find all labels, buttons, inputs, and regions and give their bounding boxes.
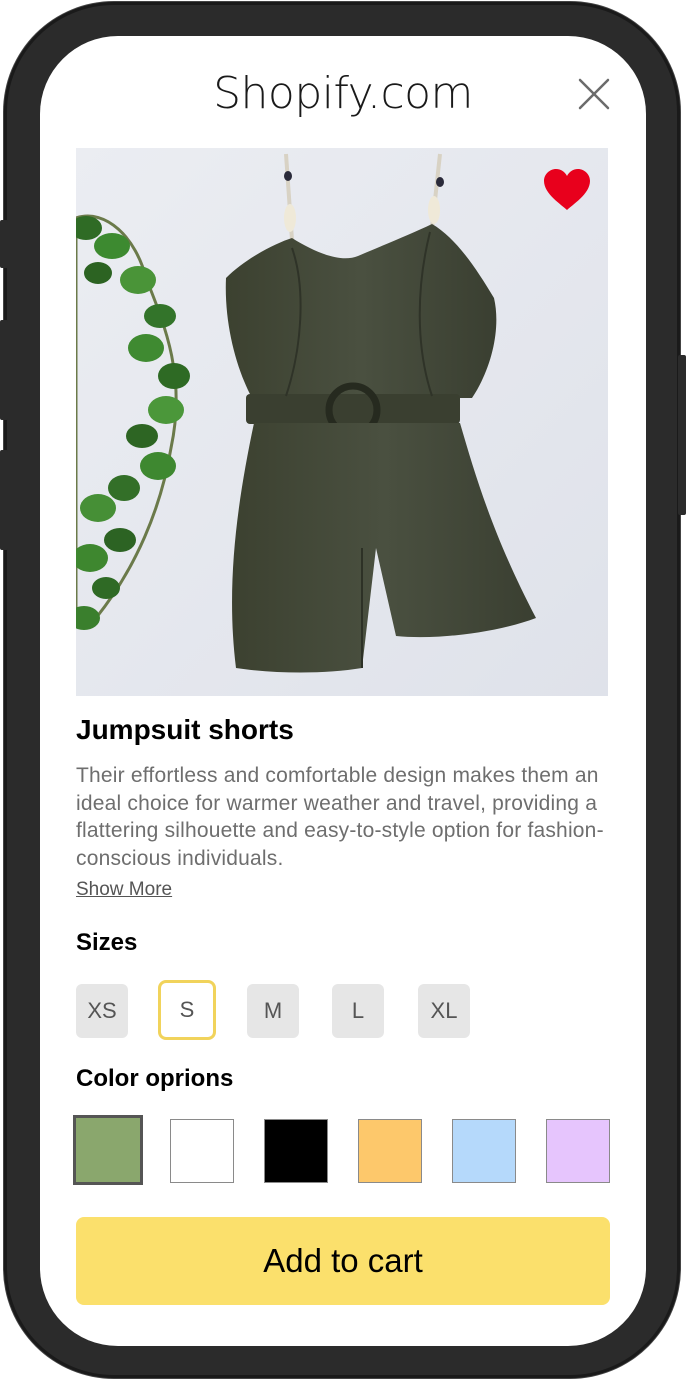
product-description: Their effortless and comfortable design … <box>76 764 604 870</box>
color-swatch-white[interactable] <box>170 1119 234 1183</box>
add-to-cart-button[interactable]: Add to cart <box>76 1217 610 1305</box>
sizes-label: Sizes <box>76 929 138 956</box>
color-swatch-orange[interactable] <box>358 1119 422 1183</box>
site-title: Shopify.com <box>213 68 473 119</box>
size-option-xl[interactable]: XL <box>418 984 470 1038</box>
phone-volume-up-button <box>0 320 8 420</box>
phone-screen: Shopify.com Jumpsuit shorts Their effort… <box>40 36 646 1346</box>
color-options-label: Color oprions <box>76 1065 234 1092</box>
size-option-xs[interactable]: XS <box>76 984 128 1038</box>
close-icon <box>578 78 610 110</box>
show-more-link[interactable]: Show More <box>76 879 172 901</box>
phone-side-button <box>0 220 8 268</box>
size-option-m[interactable]: M <box>247 984 299 1038</box>
color-swatch-lilac[interactable] <box>546 1119 610 1183</box>
favorite-button[interactable] <box>542 168 592 212</box>
size-option-l[interactable]: L <box>332 984 384 1038</box>
product-image <box>76 148 608 696</box>
phone-volume-down-button <box>0 450 8 550</box>
phone-power-button <box>678 355 686 515</box>
color-swatch-black[interactable] <box>264 1119 328 1183</box>
heart-icon <box>544 169 590 210</box>
jumpsuit-photo <box>76 148 608 696</box>
size-option-s[interactable]: S <box>158 980 216 1040</box>
color-swatch-blue[interactable] <box>452 1119 516 1183</box>
header: Shopify.com <box>40 36 646 146</box>
color-swatch-green[interactable] <box>73 1115 143 1185</box>
close-button[interactable] <box>576 76 612 112</box>
product-name: Jumpsuit shorts <box>76 714 294 745</box>
